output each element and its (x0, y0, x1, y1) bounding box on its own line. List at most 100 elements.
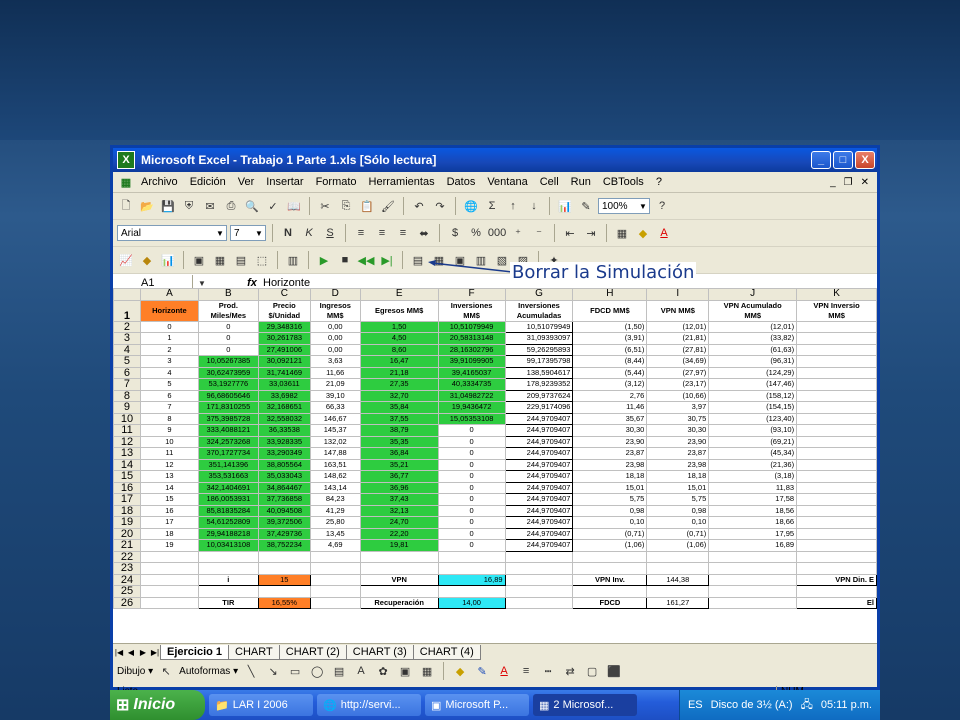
open-icon[interactable]: 📂 (138, 197, 156, 215)
row-header[interactable]: 6 (113, 366, 141, 379)
table-cell[interactable]: 0,98 (646, 504, 710, 517)
italic-icon[interactable]: K (300, 224, 318, 242)
table-cell[interactable]: 32,13 (359, 504, 439, 517)
table-cell[interactable]: 178,9239352 (504, 378, 574, 391)
header-cell[interactable]: Inversiones MM$ (437, 299, 506, 322)
merge-center-icon[interactable]: ⬌ (415, 224, 433, 242)
table-cell[interactable]: 33,6982 (257, 389, 311, 402)
table-cell[interactable]: (93,10) (708, 424, 798, 437)
dibujo-menu[interactable]: Dibujo ▾ (117, 666, 153, 677)
vpndin-label[interactable]: VPN Din. E (796, 573, 877, 586)
vpn-label[interactable]: VPN (359, 573, 439, 586)
header-cell[interactable]: Ingresos MM$ (309, 299, 361, 322)
table-cell[interactable]: (12,01) (646, 320, 710, 333)
table-cell[interactable]: 375,3985728 (197, 412, 259, 425)
table-cell[interactable]: 244,9709407 (504, 458, 574, 471)
table-cell[interactable]: 18,18 (646, 470, 710, 483)
table-cell[interactable]: 10,03413108 (197, 539, 259, 552)
row-header[interactable]: 10 (113, 412, 141, 425)
col-header[interactable]: H (572, 288, 648, 301)
table-cell[interactable]: 39,372506 (257, 516, 311, 529)
table-cell[interactable]: 0 (197, 332, 259, 345)
table-cell[interactable]: 171,8310255 (197, 401, 259, 414)
table-cell[interactable]: 11,66 (309, 366, 361, 379)
table-cell[interactable] (796, 504, 877, 517)
table-cell[interactable]: (27,81) (646, 343, 710, 356)
recuperacion-value[interactable]: 14,00 (437, 596, 506, 609)
table-cell[interactable] (796, 458, 877, 471)
table-cell[interactable]: 99,17395798 (504, 355, 574, 368)
table-cell[interactable] (257, 550, 311, 563)
doc-restore-icon[interactable]: ❐ (844, 177, 853, 188)
increase-indent-icon[interactable]: ⇥ (582, 224, 600, 242)
thousands-icon[interactable]: 000 (488, 224, 506, 242)
table-cell[interactable] (796, 355, 877, 368)
table-cell[interactable]: (3,91) (572, 332, 648, 345)
table-cell[interactable]: 17 (139, 516, 199, 529)
table-cell[interactable]: 19,81 (359, 539, 439, 552)
table-cell[interactable]: 2,76 (572, 389, 648, 402)
image-icon[interactable]: ▦ (418, 662, 436, 680)
table-cell[interactable]: 7 (139, 401, 199, 414)
row-header[interactable]: 3 (113, 332, 141, 345)
table-cell[interactable]: 0,00 (309, 343, 361, 356)
table-cell[interactable]: 14 (139, 481, 199, 494)
tir-label[interactable]: TIR (197, 596, 259, 609)
table-cell[interactable]: 11,46 (572, 401, 648, 414)
next-sheet-icon[interactable]: ▶ (137, 648, 149, 657)
fill-color-icon[interactable]: ◆ (634, 224, 652, 242)
table-cell[interactable] (572, 585, 648, 598)
line-icon[interactable]: ╲ (242, 662, 260, 680)
header-cell[interactable]: Inversiones Acumuladas (504, 299, 574, 322)
table-cell[interactable]: 33,03611 (257, 378, 311, 391)
first-sheet-icon[interactable]: |◀ (113, 648, 125, 657)
table-cell[interactable] (796, 585, 877, 598)
table-cell[interactable] (504, 585, 574, 598)
table-cell[interactable] (796, 378, 877, 391)
table-cell[interactable]: 342,1404691 (197, 481, 259, 494)
email-icon[interactable]: ✉ (201, 197, 219, 215)
copy-picture-icon[interactable]: ▤ (232, 251, 250, 269)
row-header[interactable]: 2 (113, 320, 141, 333)
table-cell[interactable]: 11,83 (708, 481, 798, 494)
table-cell[interactable]: 6 (139, 389, 199, 402)
table-cell[interactable] (504, 562, 574, 575)
close-button[interactable]: X (855, 151, 875, 169)
table-cell[interactable]: (5,44) (572, 366, 648, 379)
col-header[interactable]: K (796, 288, 877, 301)
table-cell[interactable]: 244,9709407 (504, 539, 574, 552)
table-cell[interactable]: 41,29 (309, 504, 361, 517)
task-powerpoint[interactable]: ▣ Microsoft P... (425, 694, 529, 716)
table-cell[interactable]: 3 (139, 355, 199, 368)
table-cell[interactable] (437, 562, 506, 575)
table-cell[interactable]: 33,928335 (257, 435, 311, 448)
table-cell[interactable]: 31,741469 (257, 366, 311, 379)
table-cell[interactable]: 143,14 (309, 481, 361, 494)
table-cell[interactable]: 21,18 (359, 366, 439, 379)
row-header[interactable]: 16 (113, 481, 141, 494)
table-cell[interactable]: 1 (139, 332, 199, 345)
tir-value[interactable]: 16,55% (257, 596, 311, 609)
menu-insertar[interactable]: Insertar (260, 176, 309, 188)
col-header[interactable]: A (139, 288, 199, 301)
table-cell[interactable]: 36,96 (359, 481, 439, 494)
spelling-icon[interactable]: ✓ (264, 197, 282, 215)
diagram-icon[interactable]: ✿ (374, 662, 392, 680)
prev-sheet-icon[interactable]: ◀ (125, 648, 137, 657)
table-cell[interactable]: 0 (437, 435, 506, 448)
table-cell[interactable]: (154,15) (708, 401, 798, 414)
col-header[interactable]: G (504, 288, 574, 301)
table-cell[interactable]: 10,51079949 (504, 320, 574, 333)
format-painter-icon[interactable]: 🖌 (379, 197, 397, 215)
table-cell[interactable]: 15,01 (646, 481, 710, 494)
table-cell[interactable]: 3,63 (309, 355, 361, 368)
table-cell[interactable] (139, 585, 199, 598)
table-cell[interactable] (708, 550, 798, 563)
table-cell[interactable]: 18,18 (572, 470, 648, 483)
table-cell[interactable]: 0 (437, 527, 506, 540)
diamond-icon[interactable]: ◆ (138, 251, 156, 269)
table-cell[interactable] (257, 585, 311, 598)
table-cell[interactable]: 40,094508 (257, 504, 311, 517)
table-cell[interactable]: (45,34) (708, 447, 798, 460)
table-cell[interactable]: 23,87 (572, 447, 648, 460)
